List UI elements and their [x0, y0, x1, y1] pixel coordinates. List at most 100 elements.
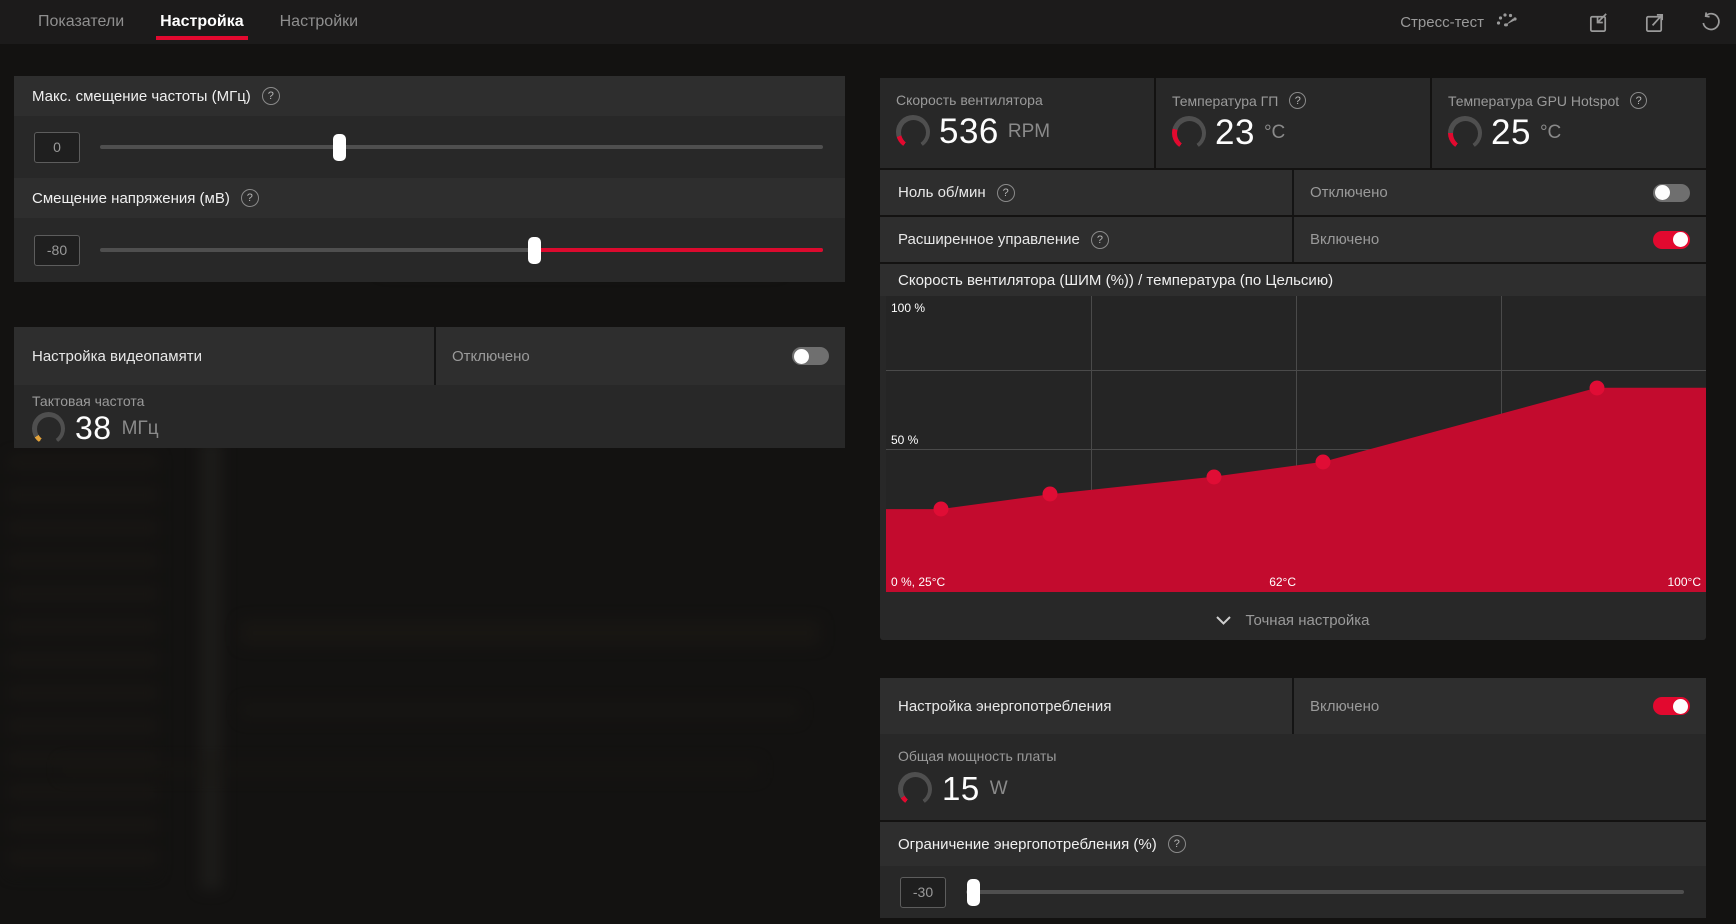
power-limit-body — [880, 866, 1706, 918]
slider-fill — [533, 248, 823, 252]
power-limit-title: Ограничение энергопотребления (%) — [898, 835, 1157, 853]
load-profile-icon[interactable] — [1586, 10, 1610, 34]
vram-clock-unit: МГц — [121, 417, 159, 439]
fan-speed-gauge — [896, 115, 930, 149]
help-icon[interactable] — [1090, 230, 1109, 249]
hotspot-temp-unit: °C — [1539, 122, 1562, 143]
background-ghost — [60, 760, 760, 778]
zero-rpm-status-cell: Отключено — [1294, 170, 1706, 215]
voltage-offset-input[interactable] — [34, 234, 80, 266]
gpu-temp-label: Температура ГП — [1172, 92, 1279, 109]
zero-rpm-row: Ноль об/мин Отключено — [880, 170, 1706, 215]
vram-clock-label: Тактовая частота — [32, 393, 145, 409]
vram-title-cell: Настройка видеопамяти — [14, 327, 434, 385]
board-power-label: Общая мощность платы — [898, 748, 1057, 764]
fan-curve-area — [886, 387, 1706, 592]
hotspot-temp-value: 25 — [1491, 113, 1531, 152]
x-axis-label-min: 0 %, 25°C — [891, 575, 946, 589]
power-limit-slider[interactable] — [966, 878, 1684, 906]
fan-speed-label: Скорость вентилятора — [896, 92, 1043, 108]
reset-icon[interactable] — [1698, 10, 1722, 34]
power-title: Настройка энергопотребления — [898, 697, 1112, 715]
advanced-status: Включено — [1310, 231, 1380, 248]
chevron-down-icon — [1216, 615, 1232, 625]
y-axis-label-100: 100 % — [891, 301, 926, 315]
fine-tuning-row[interactable]: Точная настройка — [880, 600, 1706, 640]
fan-curve-title: Скорость вентилятора (ШИМ (%)) / темпера… — [898, 271, 1334, 289]
vram-toggle[interactable] — [792, 347, 829, 365]
fan-curve-header: Скорость вентилятора (ШИМ (%)) / темпера… — [880, 264, 1706, 296]
vram-clock-gauge — [32, 412, 65, 445]
top-bar: Показатели Настройка Настройки Стресс-те… — [0, 0, 1736, 44]
tab-tuning[interactable]: Настройка — [142, 0, 261, 44]
gpu-temp-stat: Температура ГП 23 °C — [1156, 78, 1430, 168]
freq-offset-slider[interactable] — [100, 133, 823, 161]
fan-curve-panel: 100 % 50 % 0 %, 25°C 62°C 100°C — [880, 296, 1706, 600]
fan-curve-point[interactable] — [1206, 469, 1222, 485]
fan-curve-point[interactable] — [1315, 454, 1331, 470]
fan-curve-point[interactable] — [1042, 486, 1058, 502]
help-icon[interactable] — [996, 183, 1015, 202]
help-icon[interactable] — [261, 87, 280, 105]
advanced-status-cell: Включено — [1294, 217, 1706, 262]
x-axis-label-mid: 62°C — [1269, 575, 1296, 589]
background-ghost — [240, 620, 820, 646]
power-title-cell: Настройка энергопотребления — [880, 678, 1292, 734]
fan-speed-unit: RPM — [1007, 121, 1051, 142]
power-limit-input[interactable] — [900, 876, 946, 908]
board-power-body: Общая мощность платы 15 W — [880, 734, 1706, 820]
freq-offset-body — [14, 116, 845, 178]
zero-rpm-title-cell: Ноль об/мин — [880, 170, 1292, 215]
help-icon[interactable] — [1167, 835, 1186, 853]
stress-test-label: Стресс-тест — [1400, 13, 1484, 31]
voltage-offset-header: Смещение напряжения (мВ) — [14, 178, 845, 218]
background-ghost — [8, 455, 158, 875]
fan-curve-point[interactable] — [933, 501, 949, 517]
gpu-temp-gauge — [1172, 116, 1206, 150]
zero-rpm-label: Ноль об/мин — [898, 184, 986, 201]
tab-settings[interactable]: Настройки — [262, 0, 376, 44]
voltage-offset-slider[interactable] — [100, 236, 823, 264]
background-ghost — [200, 440, 222, 890]
export-profile-icon[interactable] — [1642, 10, 1666, 34]
board-power-value: 15 — [942, 770, 980, 807]
slider-handle[interactable] — [527, 237, 541, 264]
background-ghost — [240, 700, 800, 720]
help-icon[interactable] — [240, 189, 259, 207]
fan-curve-point[interactable] — [1589, 380, 1605, 396]
power-status: Включено — [1310, 697, 1380, 715]
board-power-unit: W — [989, 778, 1008, 799]
power-toggle[interactable] — [1653, 697, 1690, 715]
fine-tuning-label: Точная настройка — [1245, 611, 1370, 629]
freq-offset-header: Макс. смещение частоты (МГц) — [14, 76, 845, 116]
advanced-toggle[interactable] — [1653, 230, 1690, 249]
gpu-temp-unit: °C — [1263, 122, 1286, 143]
help-icon[interactable] — [1289, 92, 1307, 109]
fan-speed-stat: Скорость вентилятора 536 RPM — [880, 78, 1154, 168]
tab-metrics[interactable]: Показатели — [20, 0, 142, 44]
voltage-offset-body — [14, 218, 845, 282]
vram-header: Настройка видеопамяти Отключено — [14, 327, 845, 385]
slider-handle[interactable] — [332, 134, 346, 161]
slider-handle[interactable] — [967, 879, 981, 906]
fan-speed-value: 536 — [939, 112, 999, 151]
hotspot-temp-gauge — [1448, 116, 1482, 150]
stress-test-button[interactable]: Стресс-тест — [1400, 10, 1520, 34]
board-power-gauge — [898, 772, 932, 806]
freq-offset-input[interactable] — [34, 131, 80, 163]
zero-rpm-status: Отключено — [1310, 184, 1388, 201]
power-tuning-header: Настройка энергопотребления Включено — [880, 678, 1706, 734]
fan-curve-plot[interactable]: 100 % 50 % 0 %, 25°C 62°C 100°C — [886, 296, 1706, 592]
vram-body: Тактовая частота 38 МГц — [14, 385, 845, 448]
gpu-temp-value: 23 — [1215, 113, 1255, 152]
voltage-offset-title: Смещение напряжения (мВ) — [32, 189, 230, 207]
power-limit-header: Ограничение энергопотребления (%) — [880, 822, 1706, 866]
slider-track[interactable] — [966, 890, 1684, 894]
speedometer-icon — [1494, 10, 1520, 34]
help-icon[interactable] — [1630, 92, 1648, 109]
zero-rpm-toggle[interactable] — [1653, 183, 1690, 202]
main-tabs: Показатели Настройка Настройки — [0, 0, 376, 44]
slider-track[interactable] — [100, 145, 823, 149]
hotspot-temp-label: Температура GPU Hotspot — [1448, 92, 1620, 109]
y-axis-label-50: 50 % — [891, 433, 919, 448]
